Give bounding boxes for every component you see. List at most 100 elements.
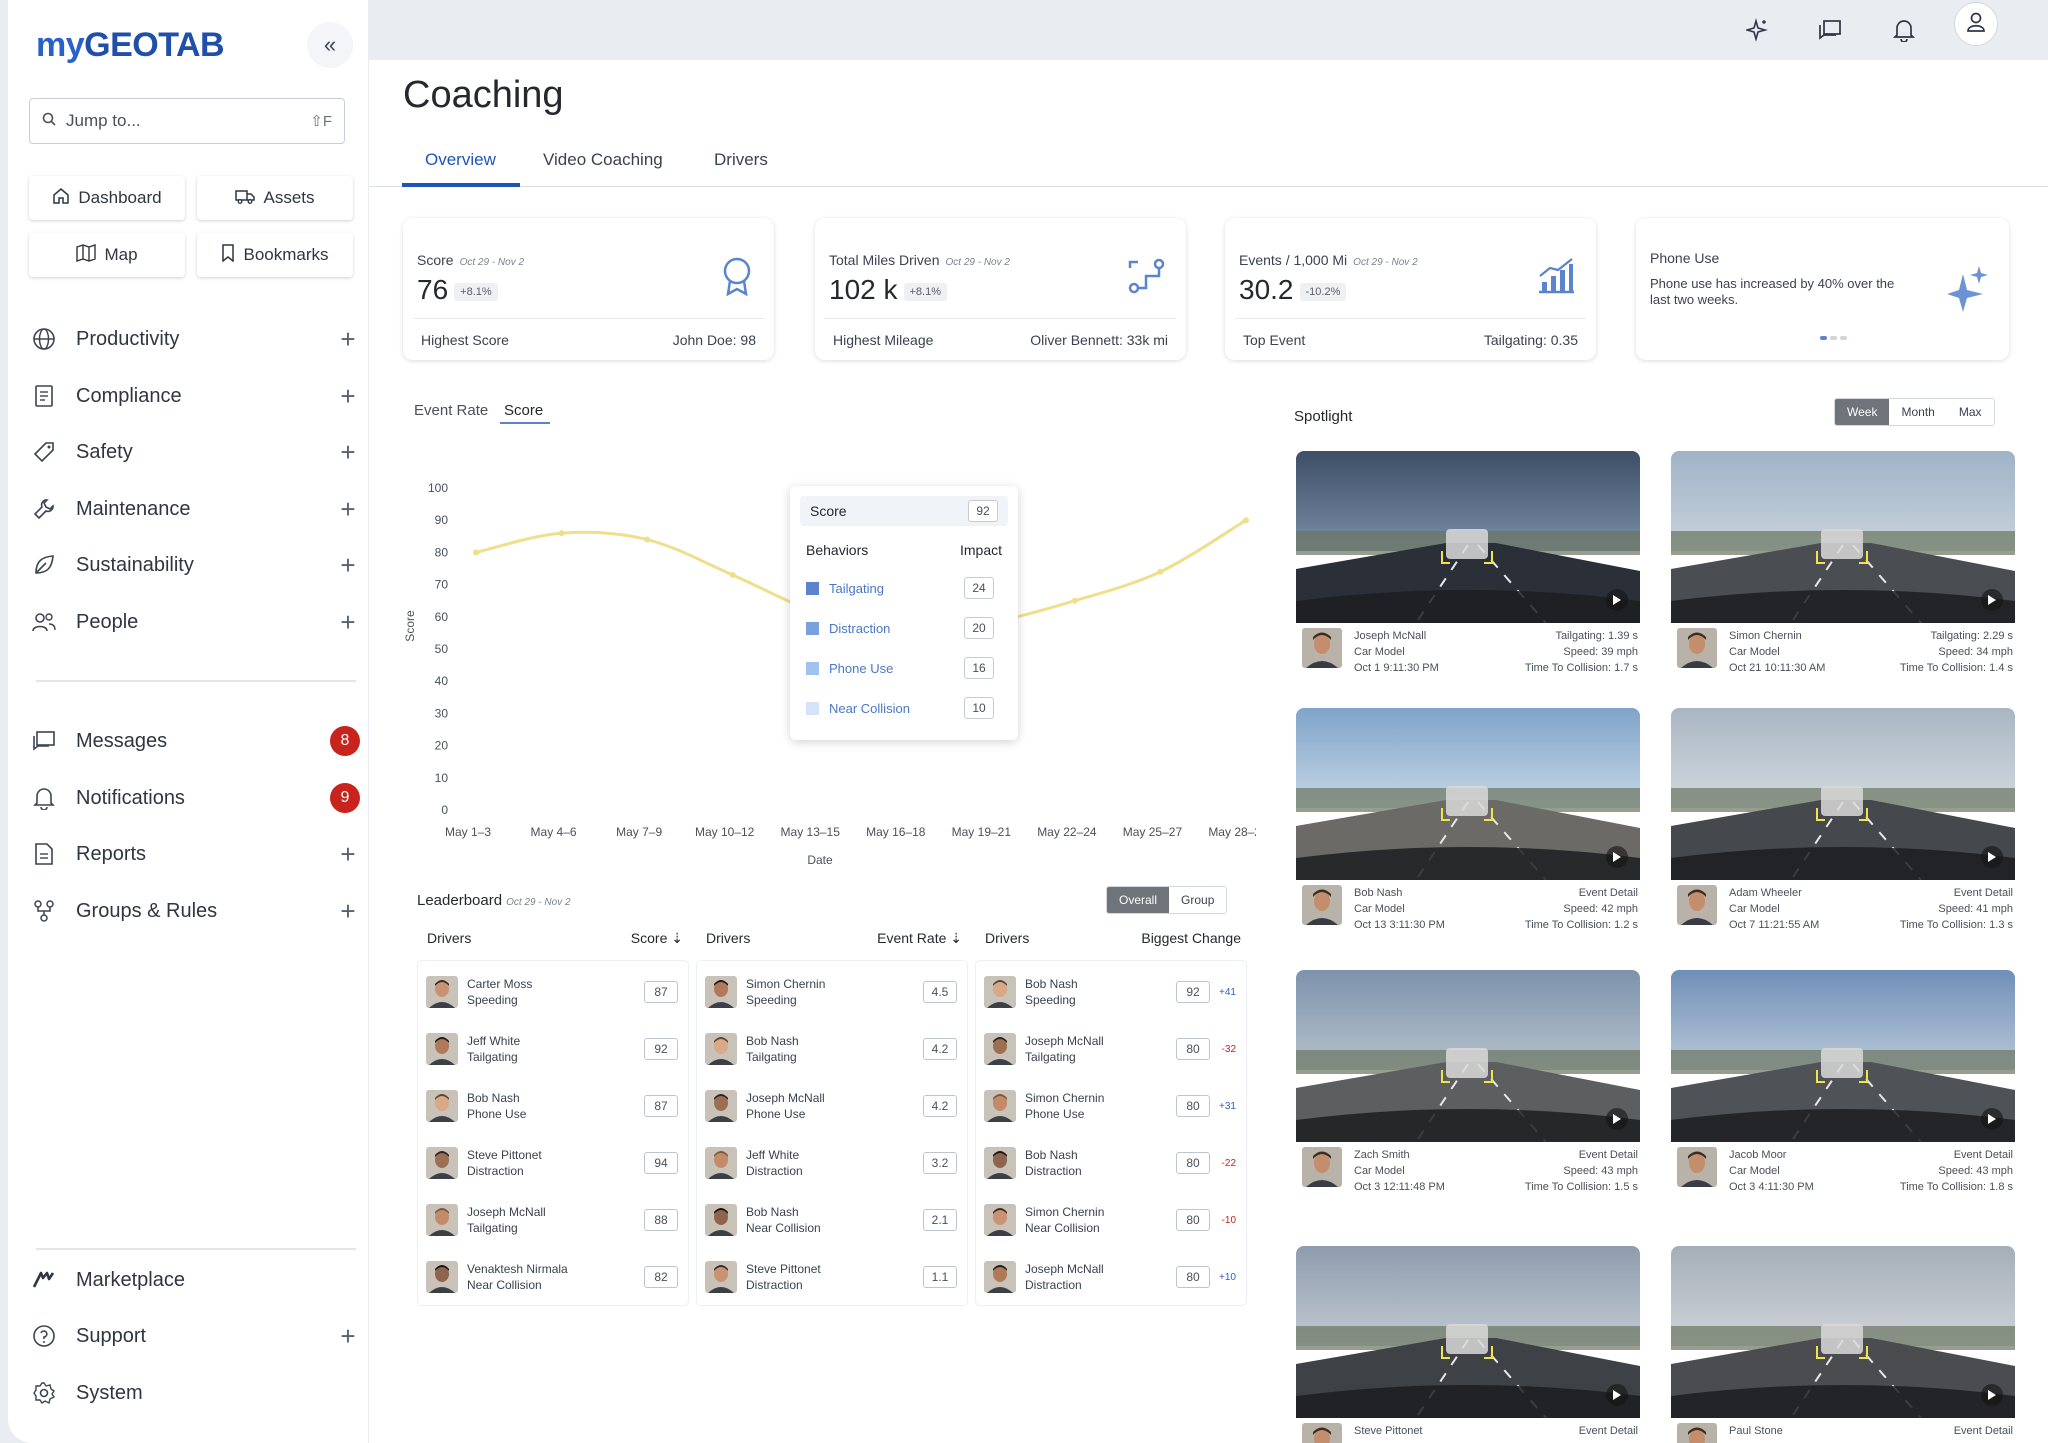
nav-label: Notifications: [76, 786, 185, 809]
leaderboard-row[interactable]: Steve Pittonet Distraction 1.1: [705, 1250, 957, 1304]
plus-icon[interactable]: +: [336, 607, 360, 638]
plus-icon[interactable]: +: [336, 896, 360, 927]
score-data-point[interactable]: [473, 549, 479, 556]
tooltip-row-value: 20: [964, 617, 994, 639]
quick-link-bookmarks[interactable]: Bookmarks: [197, 233, 353, 277]
leaderboard-row[interactable]: Bob Nash Near Collision 2.1: [705, 1193, 957, 1247]
plus-icon[interactable]: +: [336, 550, 360, 581]
play-icon[interactable]: [1606, 1384, 1628, 1406]
leaderboard-row[interactable]: Simon Chernin Phone Use 80 +31: [984, 1079, 1236, 1133]
leaderboard-toggle[interactable]: Overall Group: [1106, 886, 1228, 914]
range-week[interactable]: Week: [1835, 399, 1890, 425]
dashcam-frame: [1296, 451, 1640, 623]
quick-link-dashboard[interactable]: Dashboard: [29, 176, 185, 220]
leaderboard-row[interactable]: Jeff White Tailgating 92: [426, 1022, 678, 1076]
quick-link-map[interactable]: Map: [29, 233, 185, 277]
quick-link-assets[interactable]: Assets: [197, 176, 353, 220]
nav-compliance[interactable]: Compliance +: [30, 376, 360, 416]
nav-reports[interactable]: Reports +: [30, 834, 360, 874]
score-data-point[interactable]: [729, 571, 736, 578]
play-icon[interactable]: [1606, 589, 1628, 611]
kpi-card-miles[interactable]: Total Miles Driven Oct 29 - Nov 2 102 k +8…: [815, 218, 1186, 360]
tab-overview[interactable]: Overview: [425, 150, 496, 170]
tab-event-rate[interactable]: Event Rate: [414, 402, 488, 419]
play-icon[interactable]: [1981, 589, 2003, 611]
leaderboard-row[interactable]: Steve Pittonet Distraction 94: [426, 1136, 678, 1190]
jump-to-search[interactable]: Jump to... ⇧F: [29, 98, 345, 144]
leaderboard-row[interactable]: Jeff White Distraction 3.2: [705, 1136, 957, 1190]
leaderboard-column-header[interactable]: Drivers Score ⇣: [427, 930, 683, 947]
dashcam-video-thumbnail[interactable]: [1671, 1246, 2015, 1418]
user-account-button[interactable]: [1954, 2, 1998, 46]
dashcam-video-thumbnail[interactable]: [1296, 708, 1640, 880]
plus-icon[interactable]: +: [336, 437, 360, 468]
bell-icon[interactable]: [1884, 10, 1924, 50]
score-data-point[interactable]: [1157, 568, 1164, 575]
tab-drivers[interactable]: Drivers: [714, 150, 768, 170]
leaderboard-row[interactable]: Joseph McNall Tailgating 88: [426, 1193, 678, 1247]
dashcam-video-thumbnail[interactable]: [1671, 451, 2015, 623]
kpi-card-phone-use[interactable]: Phone Use Phone use has increased by 40%…: [1636, 218, 2009, 360]
column-header-metric[interactable]: Event Rate ⇣: [877, 930, 962, 947]
dashcam-video-thumbnail[interactable]: [1296, 451, 1640, 623]
play-icon[interactable]: [1981, 846, 2003, 868]
nav-safety[interactable]: Safety +: [30, 432, 360, 472]
nav-support[interactable]: Support +: [30, 1316, 360, 1356]
leaderboard-column-header[interactable]: Drivers Biggest Change: [985, 930, 1241, 946]
nav-groups-rules[interactable]: Groups & Rules +: [30, 891, 360, 931]
leaderboard-row[interactable]: Joseph McNall Tailgating 80 -32: [984, 1022, 1236, 1076]
dashcam-video-thumbnail[interactable]: [1296, 1246, 1640, 1418]
plus-icon[interactable]: +: [336, 1321, 360, 1352]
nav-system[interactable]: System: [30, 1373, 360, 1413]
range-month[interactable]: Month: [1889, 399, 1946, 425]
messages-icon[interactable]: [1810, 10, 1850, 50]
range-max[interactable]: Max: [1947, 399, 1994, 425]
play-icon[interactable]: [1981, 1384, 2003, 1406]
leaderboard-row[interactable]: Simon Chernin Near Collision 80 -10: [984, 1193, 1236, 1247]
nav-marketplace[interactable]: Marketplace: [30, 1260, 360, 1300]
spotlight-range-toggle[interactable]: Week Month Max: [1834, 398, 1995, 426]
play-icon[interactable]: [1981, 1108, 2003, 1130]
dashcam-video-thumbnail[interactable]: [1671, 970, 2015, 1142]
score-data-point[interactable]: [644, 536, 651, 543]
dashcam-video-thumbnail[interactable]: [1671, 708, 2015, 880]
leaderboard-row[interactable]: Bob Nash Phone Use 87: [426, 1079, 678, 1133]
nav-messages[interactable]: Messages 8: [30, 721, 360, 761]
play-icon[interactable]: [1606, 846, 1628, 868]
leaderboard-row[interactable]: Simon Chernin Speeding 4.5: [705, 965, 957, 1019]
carousel-dots[interactable]: [1820, 336, 1847, 340]
score-data-point[interactable]: [1243, 517, 1249, 524]
nav-sustainability[interactable]: Sustainability +: [30, 545, 360, 585]
leaderboard-row[interactable]: Bob Nash Distraction 80 -22: [984, 1136, 1236, 1190]
plus-icon[interactable]: +: [336, 839, 360, 870]
nav-notifications[interactable]: Notifications 9: [30, 778, 360, 818]
leaderboard-row[interactable]: Joseph McNall Distraction 80 +10: [984, 1250, 1236, 1304]
plus-icon[interactable]: +: [336, 494, 360, 525]
collapse-sidebar-button[interactable]: «: [307, 22, 353, 68]
column-header-metric[interactable]: Score ⇣: [631, 930, 683, 947]
leaderboard-row[interactable]: Venaktesh Nirmala Near Collision 82: [426, 1250, 678, 1304]
geotab-logo[interactable]: myGEOTAB: [36, 26, 225, 65]
column-header-metric[interactable]: Biggest Change: [1141, 930, 1241, 946]
score-data-point[interactable]: [1071, 597, 1078, 604]
plus-icon[interactable]: +: [336, 381, 360, 412]
nav-productivity[interactable]: Productivity +: [30, 319, 360, 359]
toggle-overall[interactable]: Overall: [1107, 887, 1170, 913]
leaderboard-row[interactable]: Joseph McNall Phone Use 4.2: [705, 1079, 957, 1133]
leaderboard-column-header[interactable]: Drivers Event Rate ⇣: [706, 930, 962, 947]
kpi-card-score[interactable]: Score Oct 29 - Nov 2 76 +8.1% Highest Scor…: [403, 218, 774, 360]
kpi-card-events[interactable]: Events / 1,000 Mi Oct 29 - Nov 2 30.2 -10.…: [1225, 218, 1596, 360]
score-data-point[interactable]: [558, 530, 565, 537]
leaderboard-row[interactable]: Carter Moss Speeding 87: [426, 965, 678, 1019]
sparkle-icon[interactable]: [1738, 10, 1778, 50]
dashcam-video-thumbnail[interactable]: [1296, 970, 1640, 1142]
tab-score[interactable]: Score: [504, 402, 543, 419]
leaderboard-row[interactable]: Bob Nash Tailgating 4.2: [705, 1022, 957, 1076]
nav-maintenance[interactable]: Maintenance +: [30, 489, 360, 529]
nav-people[interactable]: People +: [30, 602, 360, 642]
toggle-group[interactable]: Group: [1169, 887, 1226, 913]
plus-icon[interactable]: +: [336, 324, 360, 355]
play-icon[interactable]: [1606, 1108, 1628, 1130]
leaderboard-row[interactable]: Bob Nash Speeding 92 +41: [984, 965, 1236, 1019]
tab-video-coaching[interactable]: Video Coaching: [543, 150, 663, 170]
